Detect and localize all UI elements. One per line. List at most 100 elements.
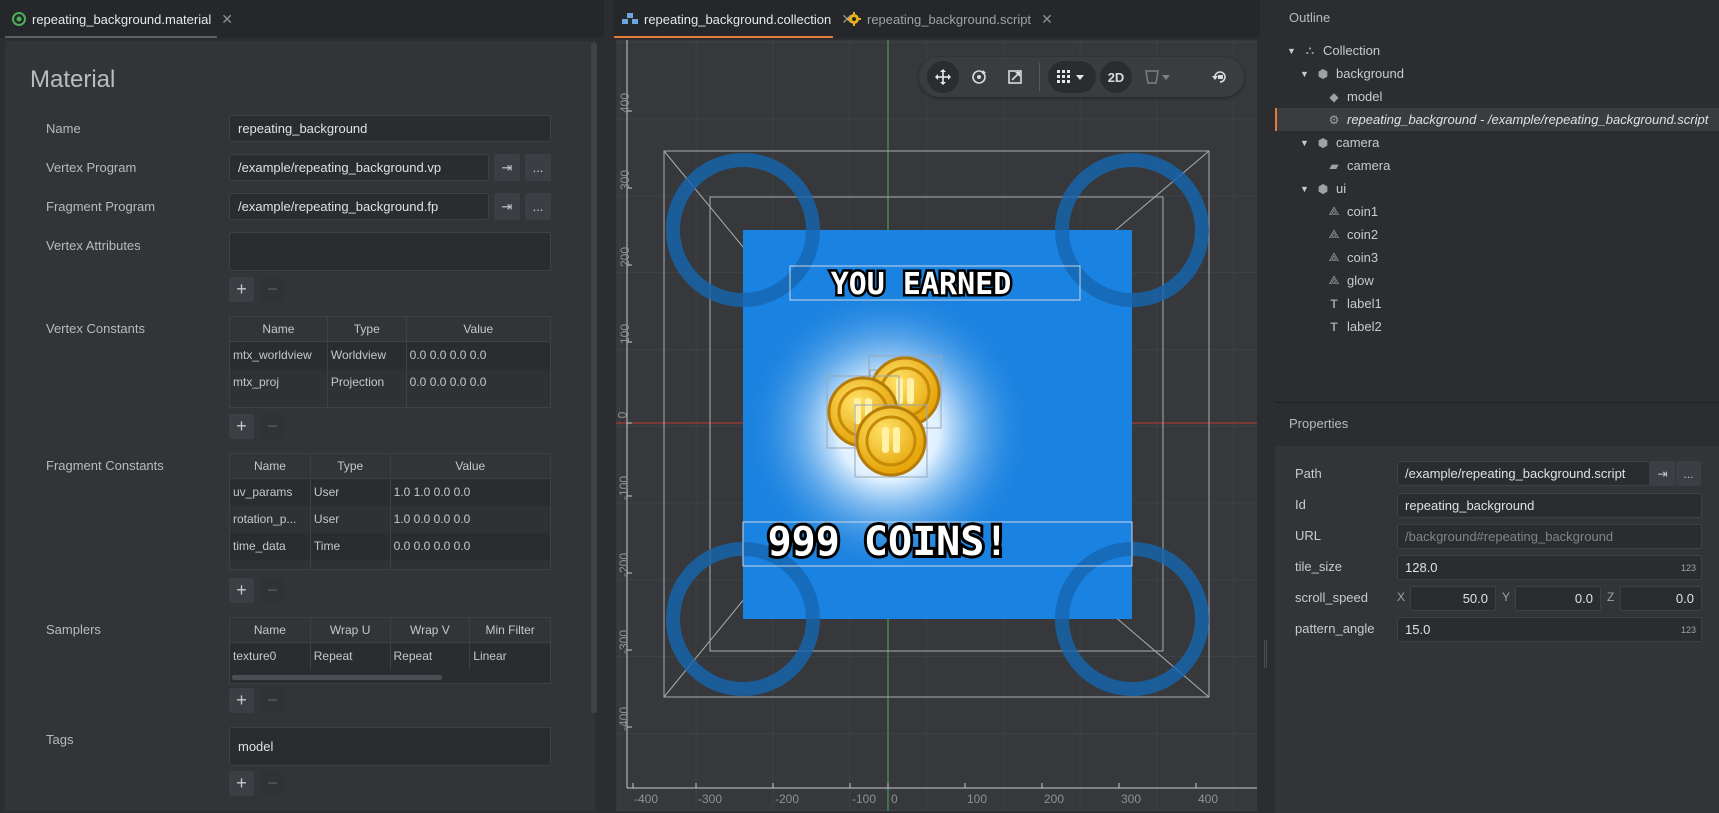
- path-field[interactable]: /example/repeating_background.script: [1397, 461, 1650, 486]
- grid-icon[interactable]: [1048, 61, 1096, 93]
- remove-vertex-constant-button[interactable]: −: [260, 414, 285, 439]
- table-cell[interactable]: Worldview: [326, 341, 407, 369]
- visibility-filter-icon[interactable]: [1136, 61, 1180, 93]
- tree-item-script[interactable]: ⚙ repeating_background - /example/repeat…: [1327, 108, 1709, 131]
- fragment-program-field[interactable]: /example/repeating_background.fp: [229, 193, 489, 220]
- remove-tag-button[interactable]: −: [260, 771, 285, 796]
- table-cell[interactable]: User: [309, 478, 391, 506]
- table-cell[interactable]: 0.0 0.0 0.0 0.0: [405, 341, 552, 369]
- close-icon[interactable]: ✕: [1041, 11, 1053, 28]
- tags-field[interactable]: model: [229, 727, 551, 766]
- table-row[interactable]: rotation_p... User 1.0 0.0 0.0 0.0: [229, 505, 552, 533]
- goto-fragment-program-button[interactable]: ⇥: [494, 193, 520, 220]
- table-row[interactable]: time_data Time 0.0 0.0 0.0 0.0: [229, 532, 552, 560]
- column-header[interactable]: Name: [229, 453, 311, 479]
- close-icon[interactable]: ✕: [221, 11, 233, 28]
- table-row[interactable]: mtx_proj Projection 0.0 0.0 0.0 0.0: [229, 368, 552, 396]
- tab-collection[interactable]: repeating_background.collection ✕: [614, 0, 861, 38]
- table-cell[interactable]: Repeat: [389, 642, 471, 670]
- table-cell[interactable]: 0.0 0.0 0.0 0.0: [389, 532, 552, 560]
- background-model[interactable]: [666, 153, 1209, 696]
- column-header[interactable]: Type: [326, 316, 407, 342]
- samplers-hscrollbar[interactable]: [232, 674, 442, 680]
- tree-item-background[interactable]: ▼ ⬢ background: [1300, 62, 1404, 85]
- add-vertex-constant-button[interactable]: +: [229, 414, 254, 439]
- tree-item-ui[interactable]: ▼ ⬢ ui: [1300, 177, 1346, 200]
- table-cell[interactable]: time_data: [229, 532, 311, 560]
- add-vertex-attribute-button[interactable]: +: [229, 277, 254, 302]
- column-header[interactable]: Type: [309, 453, 391, 479]
- vertex-program-field[interactable]: /example/repeating_background.vp: [229, 154, 489, 181]
- expand-arrow-icon[interactable]: ▼: [1300, 69, 1310, 79]
- expand-arrow-icon[interactable]: ▼: [1287, 46, 1297, 56]
- mode-2d-toggle[interactable]: 2D: [1100, 61, 1132, 93]
- table-cell[interactable]: uv_params: [229, 478, 311, 506]
- scene-viewport[interactable]: YOU EARNED 999 COINS! 400 300 200 100 0 …: [616, 40, 1257, 811]
- goto-script-button[interactable]: ⇥: [1650, 461, 1675, 486]
- expand-arrow-icon[interactable]: ▼: [1300, 184, 1310, 194]
- tab-material[interactable]: repeating_background.material ✕: [4, 0, 241, 38]
- tree-item-glow[interactable]: ⟁ glow: [1327, 269, 1374, 292]
- id-field[interactable]: repeating_background: [1397, 493, 1702, 518]
- column-header[interactable]: Name: [229, 316, 328, 342]
- table-cell[interactable]: Time: [309, 532, 391, 560]
- scroll-speed-z-field[interactable]: 0.0: [1620, 586, 1702, 611]
- vertex-attributes-list[interactable]: [229, 232, 551, 271]
- column-header[interactable]: Wrap V: [389, 617, 471, 643]
- panel-splitter[interactable]: [1264, 640, 1267, 668]
- add-sampler-button[interactable]: +: [229, 688, 254, 713]
- move-tool-icon[interactable]: [927, 61, 959, 93]
- tree-item-camera[interactable]: ▰ camera: [1327, 154, 1390, 177]
- table-cell[interactable]: Projection: [326, 368, 407, 396]
- table-cell[interactable]: Linear: [469, 642, 551, 670]
- tree-item-label2[interactable]: T label2: [1327, 315, 1381, 338]
- table-cell[interactable]: texture0: [229, 642, 311, 670]
- table-row[interactable]: uv_params User 1.0 1.0 0.0 0.0: [229, 478, 552, 506]
- table-cell[interactable]: mtx_worldview: [229, 341, 328, 369]
- reset-camera-icon[interactable]: [1204, 61, 1236, 93]
- tree-item-coin2[interactable]: ⟁ coin2: [1327, 223, 1378, 246]
- scroll-speed-x-field[interactable]: 50.0: [1410, 586, 1496, 611]
- tree-item-label1[interactable]: T label1: [1327, 292, 1381, 315]
- goto-vertex-program-button[interactable]: ⇥: [494, 154, 520, 181]
- name-field[interactable]: repeating_background: [229, 115, 551, 142]
- remove-vertex-attribute-button[interactable]: −: [260, 277, 285, 302]
- table-row[interactable]: texture0 Repeat Repeat Linear: [229, 642, 551, 670]
- tree-item-model[interactable]: ◆ model: [1327, 85, 1382, 108]
- tree-item-collection[interactable]: ▼ ⛬ Collection: [1287, 39, 1380, 62]
- table-cell[interactable]: 0.0 0.0 0.0 0.0: [405, 368, 552, 396]
- tile-size-field[interactable]: 128.0 123: [1397, 555, 1702, 580]
- scroll-speed-y-field[interactable]: 0.0: [1515, 586, 1601, 611]
- tree-item-coin1[interactable]: ⟁ coin1: [1327, 200, 1378, 223]
- column-header[interactable]: Min Filter: [469, 617, 551, 643]
- table-cell[interactable]: User: [309, 505, 391, 533]
- table-cell[interactable]: 1.0 0.0 0.0 0.0: [389, 505, 552, 533]
- table-row[interactable]: mtx_worldview Worldview 0.0 0.0 0.0 0.0: [229, 341, 552, 369]
- browse-fragment-program-button[interactable]: ...: [525, 193, 551, 220]
- scale-tool-icon[interactable]: [999, 61, 1031, 93]
- url-field[interactable]: /background#repeating_background: [1397, 524, 1702, 549]
- expand-arrow-icon[interactable]: ▼: [1300, 138, 1310, 148]
- tree-item-coin3[interactable]: ⟁ coin3: [1327, 246, 1378, 269]
- column-header[interactable]: Value: [405, 316, 552, 342]
- browse-vertex-program-button[interactable]: ...: [525, 154, 551, 181]
- outline-properties-divider[interactable]: [1275, 402, 1719, 403]
- column-header[interactable]: Wrap U: [309, 617, 391, 643]
- tab-script[interactable]: repeating_background.script ✕: [839, 0, 1061, 38]
- label2-text[interactable]: 999 COINS!: [765, 516, 1012, 568]
- column-header[interactable]: Value: [389, 453, 552, 479]
- rotate-tool-icon[interactable]: [963, 61, 995, 93]
- form-scrollbar[interactable]: [591, 43, 597, 713]
- add-tag-button[interactable]: +: [229, 771, 254, 796]
- pattern-angle-field[interactable]: 15.0 123: [1397, 617, 1702, 642]
- remove-fragment-constant-button[interactable]: −: [260, 578, 285, 603]
- label1-text[interactable]: YOU EARNED: [828, 265, 1014, 305]
- tree-item-camera-go[interactable]: ▼ ⬢ camera: [1300, 131, 1379, 154]
- table-cell[interactable]: 1.0 1.0 0.0 0.0: [389, 478, 552, 506]
- table-cell[interactable]: Repeat: [309, 642, 391, 670]
- table-cell[interactable]: mtx_proj: [229, 368, 328, 396]
- column-header[interactable]: Name: [229, 617, 311, 643]
- add-fragment-constant-button[interactable]: +: [229, 578, 254, 603]
- browse-script-button[interactable]: ...: [1676, 461, 1701, 486]
- table-cell[interactable]: rotation_p...: [229, 505, 311, 533]
